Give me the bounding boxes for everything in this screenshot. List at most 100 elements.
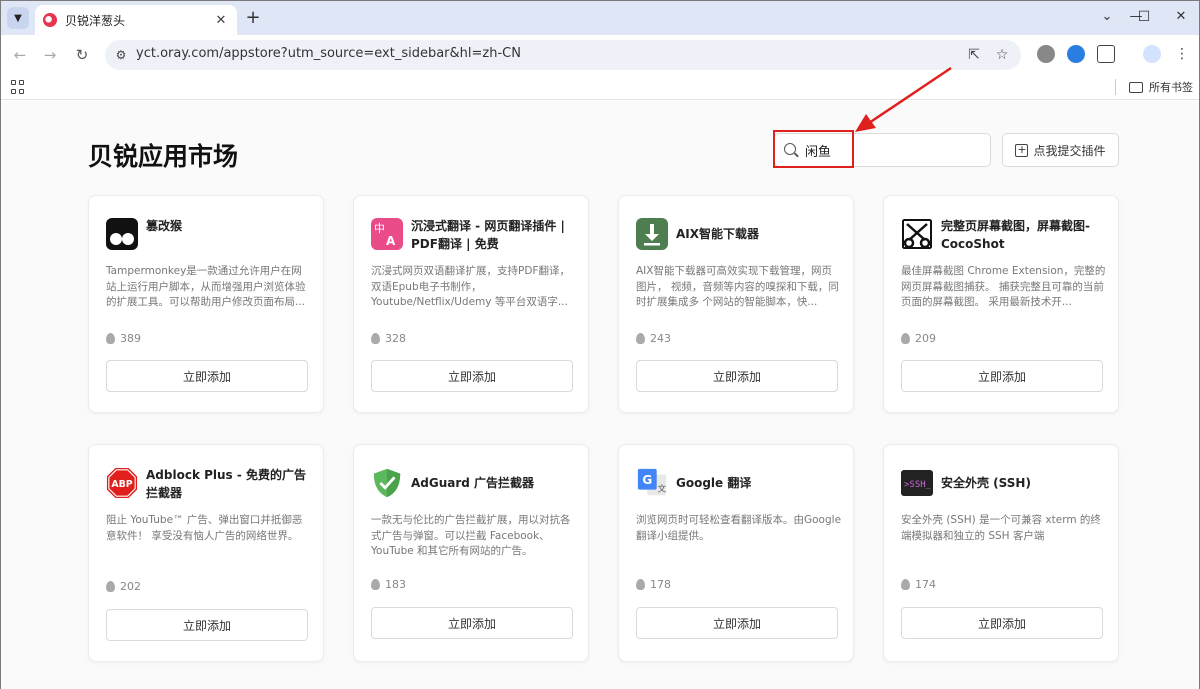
install-count-value: 174 [915, 578, 936, 591]
url-text[interactable]: yct.oray.com/appstore?utm_source=ext_sid… [136, 46, 521, 61]
divider [1115, 79, 1116, 95]
extension-card[interactable]: ABP Adblock Plus - 免费的广告拦截器 阻止 YouTube™ … [88, 444, 324, 662]
extension-card[interactable]: 完整页屏幕截图，屏幕截图-CocoShot 最佳屏幕截图 Chrome Exte… [883, 195, 1119, 413]
install-count: 209 [901, 332, 936, 345]
reload-button[interactable]: ↻ [71, 44, 93, 66]
folder-icon [1129, 81, 1143, 93]
flame-icon [636, 333, 645, 344]
tab-title: 贝锐洋葱头 [65, 13, 126, 28]
add-extension-button[interactable]: 立即添加 [106, 360, 308, 392]
extension-card[interactable]: 篡改猴 Tampermonkey是一款通过允许用户在网站上运行用户脚本，从而增强… [88, 195, 324, 413]
extension-description: 浏览网页时可轻松查看翻译版本。由Google翻译小组提供。 [636, 514, 842, 542]
extension-card[interactable]: >SSH_ 安全外壳 (SSH) 安全外壳 (SSH) 是一个可兼容 xterm… [883, 444, 1119, 662]
puzzle-icon[interactable] [1097, 45, 1115, 63]
extension-description: AIX智能下载器可高效实现下载管理，网页图片， 视频，音频等内容的嗅探和下载，同… [636, 265, 839, 308]
add-extension-button[interactable]: 立即添加 [901, 360, 1103, 392]
extension-description: 阻止 YouTube™ 广告、弹出窗口并抵御恶意软件！ 享受没有恼人广告的网络世… [106, 514, 303, 542]
install-count-value: 389 [120, 332, 141, 345]
page-title: 贝锐应用市场 [88, 142, 239, 171]
extension-description: 最佳屏幕截图 Chrome Extension，完整的网页屏幕截图捕获。 捕获完… [901, 265, 1106, 308]
install-count-value: 178 [650, 578, 671, 591]
flame-icon [371, 333, 380, 344]
add-extension-button[interactable]: 立即添加 [901, 607, 1103, 639]
abp-icon: ABP [106, 467, 138, 499]
extension-card[interactable]: AdGuard 广告拦截器 一款无与伦比的广告拦截扩展，用以对抗各式广告与弹窗。… [353, 444, 589, 662]
download-icon [636, 218, 668, 250]
apps-grid-icon[interactable] [11, 80, 25, 94]
google-translate-icon: G文 [636, 467, 668, 499]
forward-button[interactable]: → [39, 44, 61, 66]
app-store-page: 贝锐应用市场 + 点我提交插件 篡改猴 Tampermonkey是一款通过允许用… [1, 66, 1199, 689]
add-extension-button[interactable]: 立即添加 [371, 607, 573, 639]
flame-icon [371, 579, 380, 590]
tampermonkey-icon [106, 218, 138, 250]
active-tab[interactable]: 贝锐洋葱头 ✕ [35, 5, 237, 35]
extension-name: Adblock Plus - 免费的广告拦截器 [146, 468, 307, 500]
extension-description: 安全外壳 (SSH) 是一个可兼容 xterm 的终端模拟器和独立的 SSH 客… [901, 514, 1101, 542]
maximize-button[interactable]: ☐ [1134, 9, 1154, 25]
add-extension-button[interactable]: 立即添加 [636, 607, 838, 639]
immersive-translate-icon: 中A [371, 218, 403, 250]
extension-name: 沉浸式翻译 - 网页翻译插件 | PDF翻译 | 免费 [411, 219, 565, 251]
extension-card[interactable]: AIX智能下载器 AIX智能下载器可高效实现下载管理，网页图片， 视频，音频等内… [618, 195, 854, 413]
extension-description: 沉浸式网页双语翻译扩展，支持PDF翻译，双语Epub电子书制作，Youtube/… [371, 265, 570, 308]
extension-icon[interactable] [1037, 45, 1055, 63]
install-count: 174 [901, 578, 936, 591]
flame-icon [106, 581, 115, 592]
extension-name: AIX智能下载器 [676, 227, 760, 241]
extension-name: 篡改猴 [146, 219, 183, 233]
extension-card[interactable]: 中A 沉浸式翻译 - 网页翻译插件 | PDF翻译 | 免费 沉浸式网页双语翻译… [353, 195, 589, 413]
add-extension-button[interactable]: 立即添加 [106, 609, 308, 641]
install-count-value: 328 [385, 332, 406, 345]
flame-icon [106, 333, 115, 344]
annotation-highlight-box [773, 130, 854, 168]
extension-name: 安全外壳 (SSH) [941, 476, 1031, 490]
install-count: 178 [636, 578, 671, 591]
svg-text:G: G [642, 473, 652, 487]
share-icon[interactable]: ⇱ [965, 46, 983, 64]
add-extension-button[interactable]: 立即添加 [371, 360, 573, 392]
all-bookmarks-label: 所有书签 [1149, 81, 1193, 94]
install-count-value: 202 [120, 580, 141, 593]
flame-icon [901, 333, 910, 344]
shield-check-icon [371, 467, 403, 499]
plus-box-icon: + [1015, 142, 1029, 157]
more-menu-icon[interactable]: ⋮ [1173, 45, 1191, 63]
svg-text:A: A [386, 234, 396, 248]
tab-search-button[interactable]: ▼ [7, 7, 29, 29]
oray-extension-icon[interactable] [1067, 45, 1085, 63]
install-count-value: 209 [915, 332, 936, 345]
install-count-value: 243 [650, 332, 671, 345]
add-extension-button[interactable]: 立即添加 [636, 360, 838, 392]
extension-description: 一款无与伦比的广告拦截扩展，用以对抗各式广告与弹窗。可以拦截 Facebook、… [371, 514, 571, 557]
close-icon[interactable]: ✕ [213, 13, 229, 28]
tab-list-chevron-icon[interactable]: ⌄ [1097, 9, 1117, 24]
svg-text:中: 中 [374, 222, 385, 235]
flame-icon [901, 579, 910, 590]
annotation-arrow-icon [855, 66, 952, 132]
profile-avatar[interactable] [1143, 45, 1161, 63]
install-count: 328 [371, 332, 406, 345]
install-count: 202 [106, 580, 141, 593]
new-tab-button[interactable]: + [244, 7, 262, 28]
extension-card[interactable]: G文 Google 翻译 浏览网页时可轻松查看翻译版本。由Google翻译小组提… [618, 444, 854, 662]
star-icon[interactable]: ☆ [993, 46, 1011, 64]
close-window-button[interactable]: ✕ [1171, 9, 1191, 24]
all-bookmarks-button[interactable]: 所有书签 [1129, 79, 1193, 95]
browser-toolbar: ← → ↻ ⚙ yct.oray.com/appstore?utm_source… [1, 35, 1199, 75]
install-count: 243 [636, 332, 671, 345]
submit-plugin-button[interactable]: + 点我提交插件 [1002, 133, 1119, 167]
extension-description: Tampermonkey是一款通过允许用户在网站上运行用户脚本，从而增强用户浏览… [106, 265, 306, 308]
extension-name: AdGuard 广告拦截器 [411, 476, 535, 490]
oray-favicon-icon [43, 13, 57, 27]
tab-strip: ▼ 贝锐洋葱头 ✕ + ⌄ — ☐ ✕ [1, 1, 1199, 35]
flame-icon [636, 579, 645, 590]
install-count-value: 183 [385, 578, 406, 591]
site-info-icon[interactable]: ⚙ [113, 47, 129, 63]
scissors-icon [901, 218, 933, 250]
install-count: 183 [371, 578, 406, 591]
svg-text:ABP: ABP [111, 479, 132, 490]
extension-name: 完整页屏幕截图，屏幕截图-CocoShot [941, 219, 1090, 251]
back-button[interactable]: ← [9, 44, 31, 66]
svg-text:文: 文 [658, 483, 667, 493]
